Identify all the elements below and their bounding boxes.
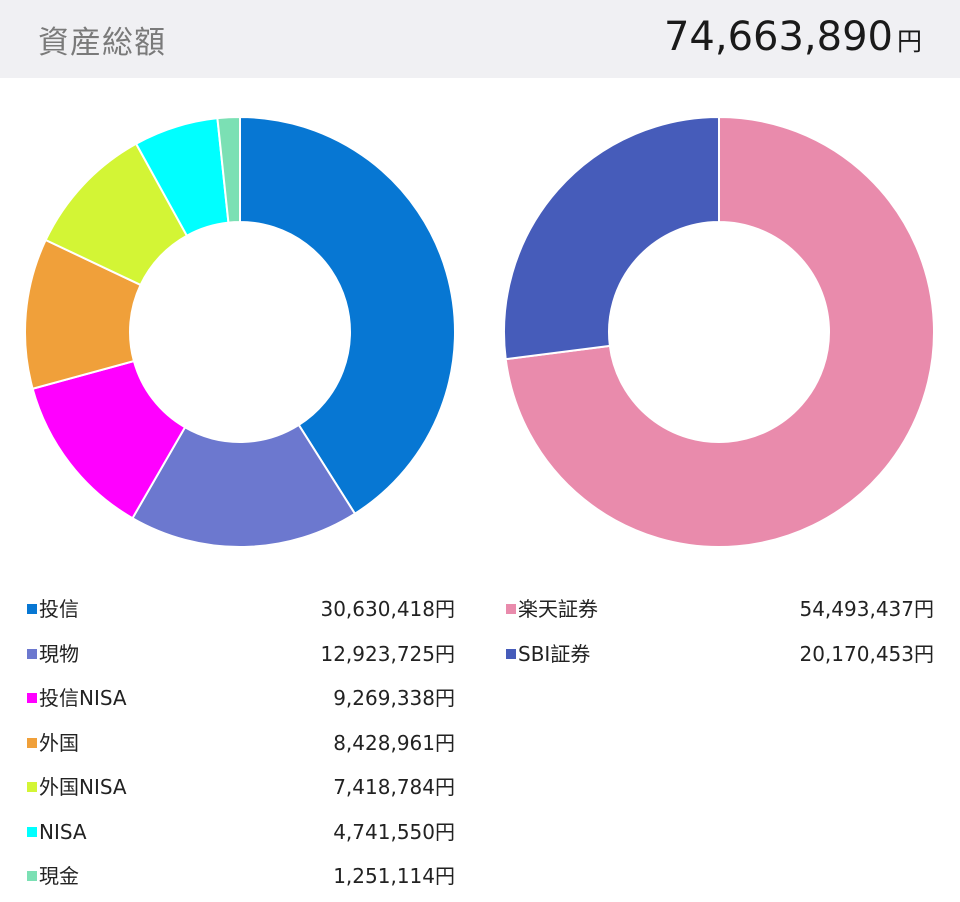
legend-label: SBI証券 bbox=[518, 641, 591, 666]
donut-slice[interactable] bbox=[503, 115, 720, 361]
legend-swatch bbox=[27, 604, 37, 614]
legend-swatch bbox=[27, 737, 37, 748]
legend-label: 楽天証券 bbox=[518, 597, 598, 621]
legend-item: SBI証券 20,170,453円 bbox=[504, 635, 934, 680]
legend-label: NISA bbox=[39, 819, 87, 844]
legend-swatch bbox=[27, 826, 37, 837]
legend-amount: 7,418,784円 bbox=[333, 775, 455, 799]
legend-item: 楽天証券 54,493,437円 bbox=[504, 590, 934, 635]
asset-type-legend: 投信 30,630,418円 現物 12,923,725円 投信NISA 9,269,33… bbox=[25, 590, 455, 902]
legend-swatch bbox=[506, 604, 516, 614]
legend-swatch bbox=[27, 693, 37, 703]
legend-item: 現物 12,923,725円 bbox=[25, 635, 455, 680]
legend-label: 現物 bbox=[39, 641, 79, 666]
asset-type-donut-chart bbox=[24, 115, 456, 548]
legend-label: 外国 bbox=[39, 730, 79, 755]
legend-label: 投信NISA bbox=[39, 686, 127, 710]
total-assets: 74,663,890 円 bbox=[664, 14, 922, 60]
page-title: 資産総額 bbox=[38, 25, 166, 61]
legend-item: 投信NISA 9,269,338円 bbox=[25, 679, 455, 724]
total-assets-value: 74,663,890 bbox=[663, 14, 893, 60]
legend-label: 投信 bbox=[39, 597, 79, 621]
legend-item: 外国 8,428,961円 bbox=[25, 724, 455, 769]
legend-amount: 1,251,114円 bbox=[333, 864, 455, 888]
broker-donut-chart bbox=[503, 115, 935, 548]
legend-amount: 20,170,453円 bbox=[799, 641, 934, 666]
legend-item: NISA 4,741,550円 bbox=[25, 813, 455, 858]
legend-label: 現金 bbox=[39, 864, 79, 888]
legend-item: 投信 30,630,418円 bbox=[25, 590, 455, 635]
total-assets-unit: 円 bbox=[896, 27, 922, 56]
legend-swatch bbox=[27, 648, 37, 659]
broker-legend: 楽天証券 54,493,437円 SBI証券 20,170,453円 bbox=[504, 590, 934, 679]
legend-amount: 54,493,437円 bbox=[799, 597, 934, 621]
legend-amount: 12,923,725円 bbox=[320, 641, 455, 666]
legend-item: 現金 1,251,114円 bbox=[25, 857, 455, 902]
legend-amount: 9,269,338円 bbox=[333, 686, 455, 710]
legend-swatch bbox=[27, 782, 37, 792]
legend-item: 外国NISA 7,418,784円 bbox=[25, 768, 455, 813]
legend-swatch bbox=[506, 648, 516, 659]
legend-amount: 30,630,418円 bbox=[320, 597, 455, 621]
legend-swatch bbox=[27, 871, 37, 881]
summary-header: 資産総額 74,663,890 円 bbox=[0, 0, 960, 78]
legend-amount: 8,428,961円 bbox=[333, 730, 455, 755]
legend-label: 外国NISA bbox=[39, 775, 127, 799]
legend-amount: 4,741,550円 bbox=[333, 819, 455, 844]
